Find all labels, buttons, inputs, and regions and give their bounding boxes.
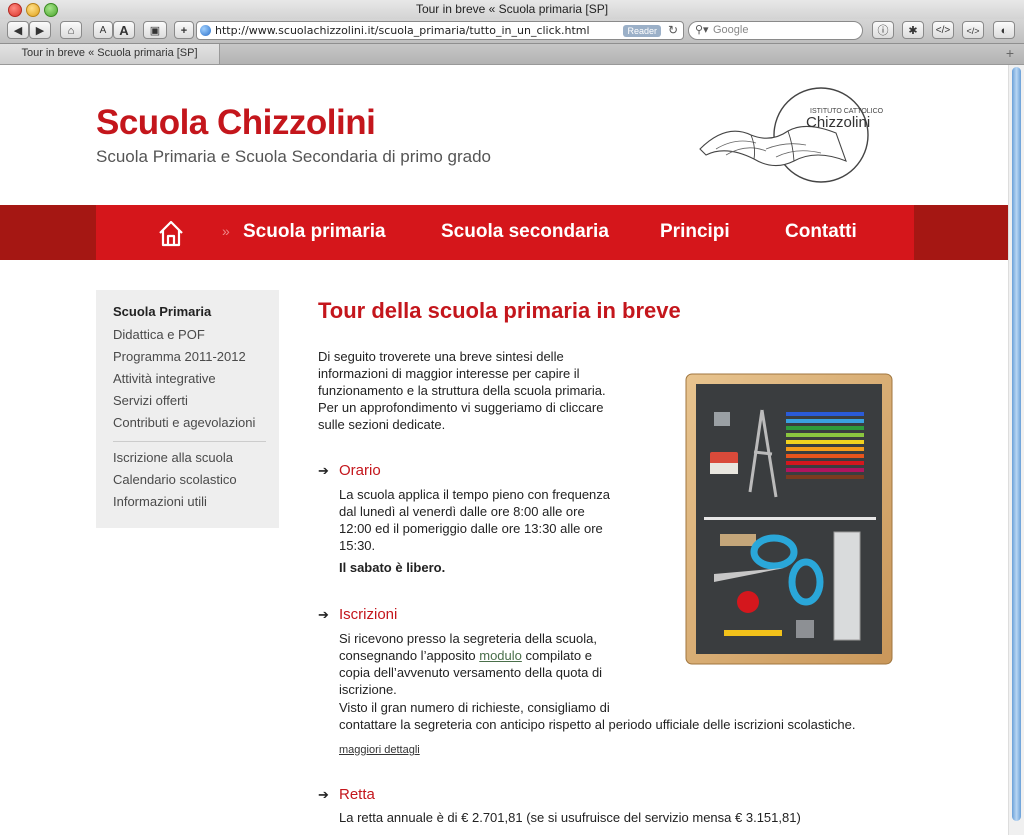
modulo-link[interactable]: modulo <box>479 648 522 663</box>
search-icon: ⚲▾ <box>695 24 709 36</box>
nav-principi[interactable]: Principi <box>660 221 730 243</box>
sidebar-item-contributi[interactable]: Contributi e agevolazioni <box>113 415 255 430</box>
address-bar[interactable]: http://www.scuolachizzolini.it/scuola_pr… <box>196 21 684 40</box>
text-bigger-label: A <box>119 23 129 38</box>
info-icon: ⓘ <box>877 25 889 37</box>
house-icon: ⌂ <box>67 25 75 37</box>
sidebar-item-informazioni[interactable]: Informazioni utili <box>113 494 207 509</box>
section-arrow-icon: ➔ <box>318 607 329 622</box>
intro-paragraph: Di seguito troverete una breve sintesi d… <box>318 348 606 433</box>
intro-line: funzionamento e la struttura della scuol… <box>318 383 606 398</box>
text-bigger-button[interactable]: A <box>113 21 135 39</box>
orario-line: dal lunedì al venerdì dalle ore 8:00 all… <box>339 504 585 519</box>
tab-bar: Tour in breve « Scuola primaria [SP] + <box>0 44 1024 65</box>
nav-scuola-primaria[interactable]: Scuola primaria <box>243 221 386 243</box>
bug-icon: ✱ <box>908 25 918 37</box>
globe-icon <box>200 25 211 36</box>
scrollbar-thumb[interactable] <box>1012 67 1021 821</box>
info-button[interactable]: ⓘ <box>872 21 894 39</box>
sidebar-item-iscrizione[interactable]: Iscrizione alla scuola <box>113 450 233 465</box>
main-nav: » Scuola primaria Scuola secondaria Prin… <box>0 205 1009 260</box>
orario-line: 15:30. <box>339 538 376 553</box>
browser-toolbar: ◀ ▶ ⌂ A A ▣ + http://www.scuolachizzolin… <box>0 19 1024 44</box>
vertical-scrollbar[interactable] <box>1008 65 1024 835</box>
leaf-icon: ◐ <box>1000 25 1008 37</box>
window-titlebar: Tour in breve « Scuola primaria [SP] <box>0 0 1024 20</box>
nav-active-arrow: » <box>222 223 230 239</box>
back-arrow-icon: ◀ <box>13 25 23 37</box>
url-text: http://www.scuolachizzolini.it/scuola_pr… <box>215 24 590 37</box>
section-title-retta: Retta <box>339 786 375 803</box>
back-button[interactable]: ◀ <box>7 21 29 39</box>
iscrizioni-text-fragment: compilato e <box>521 648 592 663</box>
main-nav-inner: » Scuola primaria Scuola secondaria Prin… <box>96 205 914 260</box>
new-tab-icon[interactable]: + <box>1006 45 1014 61</box>
chalkboard-photo <box>685 373 893 665</box>
add-bookmark-button[interactable]: + <box>174 21 194 39</box>
intro-line: informazioni di maggior interesse per ca… <box>318 366 580 381</box>
sidebar: Scuola Primaria Didattica e POF Programm… <box>96 290 279 528</box>
search-placeholder: Google <box>713 24 749 36</box>
intro-line: sulle sezioni dedicate. <box>318 417 446 432</box>
iscrizioni-text-fragment: consegnando l’apposito <box>339 648 480 663</box>
window-title: Tour in breve « Scuola primaria [SP] <box>415 2 609 16</box>
logo-name: Chizzolini <box>806 114 870 131</box>
sidebar-divider <box>113 441 266 442</box>
orario-note: Il sabato è libero. <box>339 560 446 575</box>
plus-icon: + <box>180 25 188 37</box>
extension-button[interactable]: ◐ <box>993 21 1015 39</box>
search-field[interactable]: ⚲▾ Google <box>688 21 863 40</box>
retta-text: La retta annuale è di € 2.701,81 (se si … <box>339 810 801 825</box>
text-smaller-label: A <box>99 25 107 36</box>
section-title-iscrizioni: Iscrizioni <box>339 606 398 623</box>
site-title[interactable]: Scuola Chizzolini <box>96 103 376 143</box>
site-subtitle: Scuola Primaria e Scuola Secondaria di p… <box>96 147 491 166</box>
validate-icon: </> <box>966 26 980 36</box>
web-page: Scuola Chizzolini Scuola Primaria e Scuo… <box>0 65 1009 835</box>
intro-line: Di seguito troverete una breve sintesi d… <box>318 349 564 364</box>
iscrizioni-line: iscrizione. <box>339 682 397 697</box>
text-smaller-button[interactable]: A <box>93 21 113 39</box>
sidebar-heading[interactable]: Scuola Primaria <box>113 304 211 319</box>
nav-scuola-secondaria[interactable]: Scuola secondaria <box>441 221 609 243</box>
section-title-orario: Orario <box>339 462 381 479</box>
orario-line: La scuola applica il tempo pieno con fre… <box>339 487 611 502</box>
sidebar-item-attivita[interactable]: Attività integrative <box>113 371 216 386</box>
screenshot-button[interactable]: ▣ <box>143 21 167 39</box>
maggiori-dettagli-link[interactable]: maggiori dettagli <box>339 744 420 756</box>
forward-button[interactable]: ▶ <box>29 21 51 39</box>
forward-arrow-icon: ▶ <box>35 25 45 37</box>
bug-button[interactable]: ✱ <box>902 21 924 39</box>
sidebar-item-didattica[interactable]: Didattica e POF <box>113 327 205 342</box>
nav-contatti[interactable]: Contatti <box>785 221 857 243</box>
camera-icon: ▣ <box>149 25 161 37</box>
section-arrow-icon: ➔ <box>318 463 329 478</box>
iscrizioni-line: Visto il gran numero di richieste, consi… <box>339 700 610 715</box>
code-icon: </> <box>935 25 951 36</box>
validate-button[interactable]: </> <box>962 21 984 39</box>
home-button[interactable]: ⌂ <box>60 21 82 39</box>
intro-line: Per un approfondimento vi suggeriamo di … <box>318 400 604 415</box>
iscrizioni-line: contattare la segreteria con anticipo ri… <box>339 717 856 732</box>
sidebar-item-calendario[interactable]: Calendario scolastico <box>113 472 237 487</box>
home-icon[interactable] <box>156 218 186 248</box>
tab-current[interactable]: Tour in breve « Scuola primaria [SP] <box>0 44 220 64</box>
reader-button[interactable]: Reader <box>623 25 661 37</box>
reload-icon[interactable]: ↻ <box>668 23 678 37</box>
page-heading: Tour della scuola primaria in breve <box>318 298 681 323</box>
chizzolini-logo[interactable]: ISTITUTO CATTOLICO Chizzolini <box>696 83 896 183</box>
orario-text: La scuola applica il tempo pieno con fre… <box>339 486 610 554</box>
source-button[interactable]: </> <box>932 21 954 39</box>
section-arrow-icon: ➔ <box>318 787 329 802</box>
sidebar-item-servizi[interactable]: Servizi offerti <box>113 393 188 408</box>
sidebar-item-programma[interactable]: Programma 2011-2012 <box>113 349 246 364</box>
orario-line: 12:00 ed il pomeriggio dalle ore 13:30 a… <box>339 521 603 536</box>
